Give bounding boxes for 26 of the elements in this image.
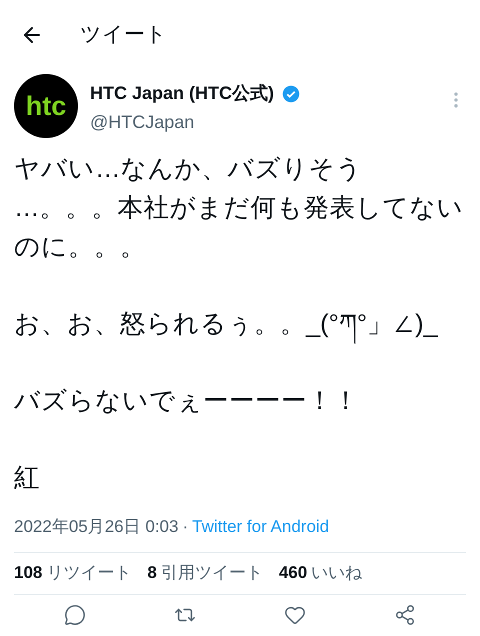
tweet-timestamp: 2022年05月26日 0:03 xyxy=(14,516,178,538)
stat-label: いいね xyxy=(311,562,362,584)
tweet-text: バズらないでぇーーーー！！ xyxy=(14,386,360,417)
stat-link[interactable]: 108 リツイート xyxy=(14,560,132,586)
like-icon xyxy=(284,604,306,626)
author-handle[interactable]: @HTCJapan xyxy=(90,109,434,136)
avatar[interactable]: htc xyxy=(14,74,78,138)
page-title: ツイート xyxy=(80,22,167,48)
share-icon xyxy=(394,604,416,626)
tweet-text: ヤバい…なんか、バズりそう …。。。本社がまだ何も発表してないのに。。。 xyxy=(14,154,464,263)
like-button[interactable] xyxy=(284,604,306,626)
reply-icon xyxy=(64,604,86,626)
stat-link[interactable]: 460 いいね xyxy=(278,560,362,586)
stat-count: 460 xyxy=(278,562,308,584)
stat-label: 引用ツイート xyxy=(160,562,263,584)
reply-button[interactable] xyxy=(64,604,86,626)
tweet-text: 紅 xyxy=(14,463,41,494)
stat-count: 8 xyxy=(147,562,157,584)
stat-link[interactable]: 8 引用ツイート xyxy=(147,560,263,586)
tweet-text: お、お、怒られるぅ。。_(°ཀ°」∠)_ xyxy=(14,305,466,344)
stat-label: リツイート xyxy=(46,562,132,584)
separator-dot: · xyxy=(182,516,188,538)
avatar-logo: htc xyxy=(26,92,66,120)
stat-count: 108 xyxy=(14,562,42,584)
author-name[interactable]: HTC Japan (HTC公式) xyxy=(90,80,274,107)
share-button[interactable] xyxy=(394,604,416,626)
